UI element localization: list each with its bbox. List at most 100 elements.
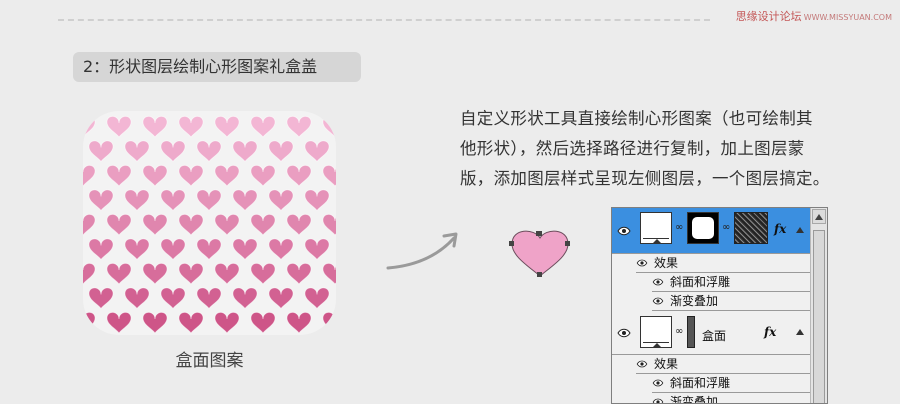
pattern-heart <box>322 164 336 187</box>
pattern-heart <box>83 115 96 138</box>
fx-icon[interactable]: fx <box>774 222 786 236</box>
pattern-heart <box>268 189 294 211</box>
pattern-heart <box>322 115 336 138</box>
pattern-heart <box>286 164 312 187</box>
pattern-heart <box>178 213 204 236</box>
pattern-heart <box>88 238 114 260</box>
pattern-heart <box>106 262 132 285</box>
link-chain-icon[interactable]: ∞ <box>675 326 683 337</box>
pattern-heart <box>250 164 276 187</box>
pattern-heart <box>322 311 336 334</box>
pattern-heart <box>124 140 150 162</box>
pattern-heart <box>286 213 312 236</box>
pattern-heart <box>83 213 96 236</box>
effect-label: 斜面和浮雕 <box>670 275 731 289</box>
pattern-heart <box>160 140 186 162</box>
pattern-heart <box>160 287 186 309</box>
pattern-heart <box>232 238 258 260</box>
effect-label: 渐变叠加 <box>670 294 719 308</box>
pattern-heart <box>106 213 132 236</box>
pattern-heart <box>304 287 330 309</box>
layer-thumbnail <box>640 316 672 348</box>
visibility-eye-icon[interactable] <box>652 393 666 403</box>
pattern-heart <box>178 115 204 138</box>
pattern-heart <box>214 311 240 334</box>
pattern-heart <box>106 164 132 187</box>
pattern-heart <box>214 213 240 236</box>
description-line-3: 版，添加图层样式呈现左侧图层，一个图层搞定。 <box>460 169 830 188</box>
pattern-heart <box>214 164 240 187</box>
layer-thumbnail <box>640 212 672 244</box>
vector-mask-thumbnail[interactable] <box>687 316 695 348</box>
pattern-heart <box>88 140 114 162</box>
expand-effects-icon[interactable] <box>796 227 804 233</box>
layers-panel: ∞ ∞ fx 效果 斜面和浮雕 渐变叠加 ∞ 盒面 fx 效果 斜面和浮雕 渐变… <box>611 207 828 404</box>
link-chain-icon[interactable]: ∞ <box>675 222 683 233</box>
link-chain-icon[interactable]: ∞ <box>722 222 730 233</box>
pattern-heart <box>124 238 150 260</box>
curved-arrow-icon <box>386 232 458 270</box>
pattern-heart <box>286 311 312 334</box>
pattern-heart <box>160 189 186 211</box>
vector-mask-thumbnail[interactable] <box>687 212 719 244</box>
effect-row-bevel[interactable]: 斜面和浮雕 <box>652 273 810 292</box>
pattern-heart <box>286 115 312 138</box>
heart-pattern-image <box>83 111 336 335</box>
pattern-heart <box>250 115 276 138</box>
scrollbar-thumb[interactable] <box>813 230 825 403</box>
pattern-heart <box>160 238 186 260</box>
heart-pattern-svg <box>83 115 336 334</box>
layer-name[interactable]: 盒面 <box>702 327 726 344</box>
pattern-heart <box>196 238 222 260</box>
effects-row[interactable]: 效果 <box>636 254 810 273</box>
pattern-heart <box>232 189 258 211</box>
expand-effects-icon[interactable] <box>796 329 804 335</box>
visibility-eye-icon[interactable] <box>612 208 636 253</box>
visibility-eye-icon[interactable] <box>612 312 636 354</box>
pattern-heart <box>304 140 330 162</box>
pattern-heart <box>178 262 204 285</box>
description-line-1: 自定义形状工具直接绘制心形图案（也可绘制其 <box>460 109 813 128</box>
pattern-heart <box>286 262 312 285</box>
pattern-heart <box>196 140 222 162</box>
effects-row[interactable]: 效果 <box>636 355 810 374</box>
pattern-heart <box>196 189 222 211</box>
pattern-heart <box>124 287 150 309</box>
pattern-heart <box>142 115 168 138</box>
pattern-heart <box>178 164 204 187</box>
pattern-heart <box>142 311 168 334</box>
fx-icon[interactable]: fx <box>764 325 776 339</box>
pattern-heart <box>268 287 294 309</box>
pattern-heart <box>304 189 330 211</box>
pattern-heart <box>322 262 336 285</box>
pattern-heart <box>232 287 258 309</box>
scroll-up-arrow-icon[interactable] <box>812 209 826 224</box>
layer-row-box-face[interactable]: ∞ 盒面 fx <box>612 312 810 355</box>
visibility-eye-icon[interactable] <box>652 374 666 393</box>
visibility-eye-icon[interactable] <box>636 254 650 273</box>
visibility-eye-icon[interactable] <box>636 355 650 374</box>
pattern-heart <box>196 287 222 309</box>
effect-row-gradient[interactable]: 渐变叠加 <box>652 292 810 311</box>
effects-label: 效果 <box>654 357 679 371</box>
pattern-heart <box>88 287 114 309</box>
layers-scrollbar[interactable] <box>810 208 827 403</box>
effects-label: 效果 <box>654 256 679 270</box>
pattern-caption: 盒面图案 <box>175 351 244 371</box>
pattern-heart <box>214 262 240 285</box>
effect-row-gradient[interactable]: 渐变叠加 <box>652 393 810 404</box>
watermark-text: 思缘设计论坛 <box>735 10 802 23</box>
pattern-heart <box>178 311 204 334</box>
pattern-heart <box>250 311 276 334</box>
visibility-eye-icon[interactable] <box>652 292 666 311</box>
layer-row-heart[interactable]: ∞ ∞ fx <box>612 208 810 254</box>
visibility-eye-icon[interactable] <box>652 273 666 292</box>
effect-label: 渐变叠加 <box>670 395 719 404</box>
effect-label: 斜面和浮雕 <box>670 376 731 390</box>
shape-pattern-thumbnail[interactable] <box>734 212 768 244</box>
pattern-heart <box>232 140 258 162</box>
pattern-heart <box>106 115 132 138</box>
pattern-heart <box>106 311 132 334</box>
watermark: 思缘设计论坛 WWW.MISSYUAN.COM <box>736 8 892 24</box>
effect-row-bevel[interactable]: 斜面和浮雕 <box>652 374 810 393</box>
